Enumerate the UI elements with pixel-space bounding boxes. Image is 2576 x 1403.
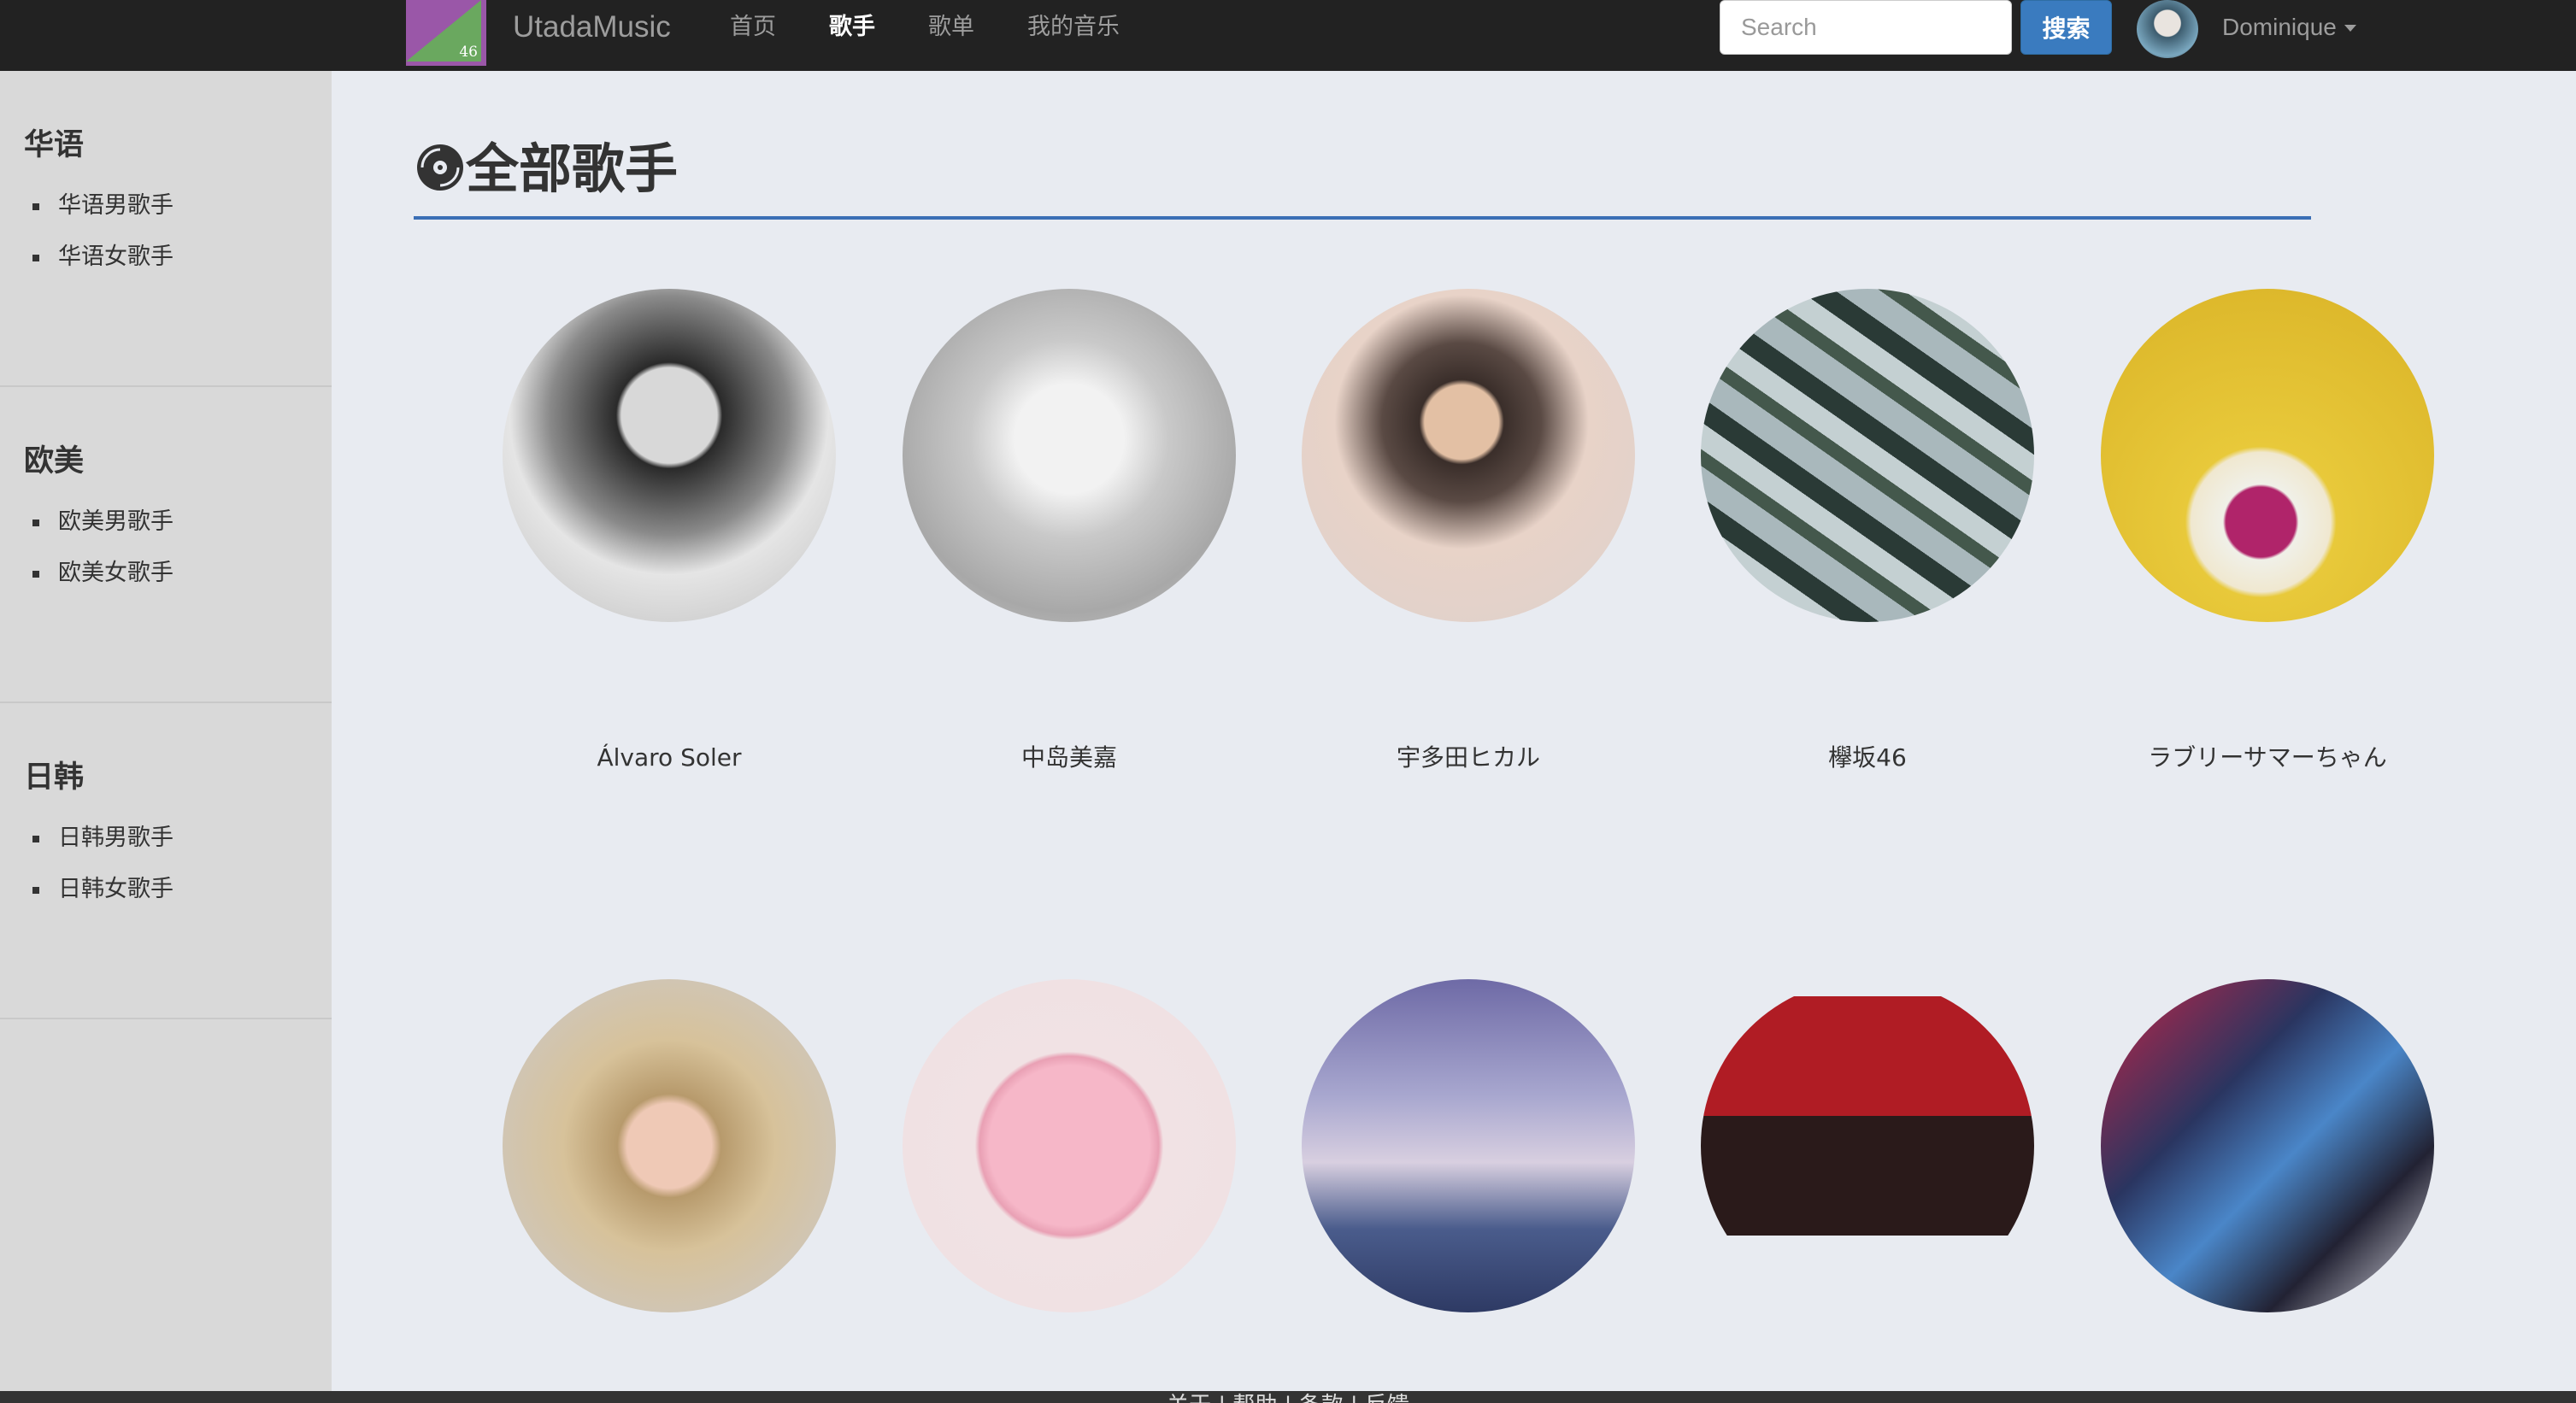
- nav-item-artists[interactable]: 歌手: [829, 12, 875, 43]
- artist-card[interactable]: [503, 979, 836, 1312]
- artist-card[interactable]: [1701, 289, 2034, 622]
- search-input[interactable]: [1720, 0, 2012, 55]
- logo-number: 46: [459, 44, 478, 61]
- sidebar-heading: 欧美: [24, 444, 85, 478]
- footer-links[interactable]: 关于 | 帮助 | 条款 | 反馈: [0, 1391, 2576, 1403]
- sidebar-item-label: 华语女歌手: [58, 244, 173, 270]
- bullet-icon: [32, 886, 39, 894]
- sidebar-item-jp-kr-female[interactable]: 日韩女歌手: [32, 874, 173, 905]
- sidebar-item-label: 华语男歌手: [58, 192, 173, 219]
- artist-name[interactable]: 中岛美嘉: [868, 743, 1270, 773]
- nav-item-my-music[interactable]: 我的音乐: [1027, 12, 1120, 43]
- artist-name[interactable]: Álvaro Soler: [468, 743, 870, 773]
- artist-photo[interactable]: [503, 289, 836, 622]
- page-title: 全部歌手: [466, 138, 679, 200]
- artist-name[interactable]: ラブリーサマーちゃん: [2067, 743, 2468, 773]
- sidebar-item-jp-kr-male[interactable]: 日韩男歌手: [32, 823, 173, 854]
- caret-down-icon[interactable]: [2344, 25, 2356, 32]
- title-divider: [414, 216, 2311, 220]
- artist-name[interactable]: 宇多田ヒカル: [1267, 743, 1669, 773]
- artist-card[interactable]: [903, 979, 1236, 1312]
- artist-card[interactable]: [2101, 979, 2434, 1312]
- artist-name[interactable]: 欅坂46: [1667, 743, 2068, 773]
- sidebar-item-label: 日韩男歌手: [58, 825, 173, 851]
- artist-card[interactable]: [1302, 979, 1635, 1312]
- sidebar: 华语 华语男歌手 华语女歌手 欧美 欧美男歌手 欧美女歌手 日韩 日韩男歌手 日…: [0, 71, 332, 1391]
- avatar[interactable]: [2137, 0, 2198, 58]
- bullet-icon: [32, 570, 39, 578]
- artist-card[interactable]: [2101, 289, 2434, 622]
- sidebar-section-chinese: 华语 华语男歌手 华语女歌手: [0, 71, 332, 387]
- artist-photo[interactable]: [1302, 289, 1635, 622]
- disc-icon: [417, 144, 463, 191]
- bullet-icon: [32, 203, 39, 210]
- brand-link[interactable]: UtadaMusic: [513, 9, 671, 46]
- artist-card[interactable]: [1701, 979, 2034, 1312]
- artist-card[interactable]: [903, 289, 1236, 622]
- sidebar-section-jp-kr: 日韩 日韩男歌手 日韩女歌手: [0, 703, 332, 1019]
- search-button[interactable]: 搜索: [2020, 0, 2112, 55]
- sidebar-item-western-male[interactable]: 欧美男歌手: [32, 507, 173, 537]
- nav-item-home[interactable]: 首页: [730, 12, 776, 43]
- sidebar-item-chinese-female[interactable]: 华语女歌手: [32, 242, 173, 273]
- sidebar-item-label: 欧美男歌手: [58, 508, 173, 535]
- artist-photo[interactable]: [503, 979, 836, 1312]
- logo-icon[interactable]: 46: [406, 0, 486, 66]
- sidebar-heading: 日韩: [24, 760, 85, 795]
- artist-photo[interactable]: [903, 979, 1236, 1312]
- sidebar-item-western-female[interactable]: 欧美女歌手: [32, 558, 173, 589]
- artist-photo[interactable]: [1701, 289, 2034, 622]
- footer: 关于 | 帮助 | 条款 | 反馈: [0, 1391, 2576, 1403]
- artist-photo[interactable]: [1302, 979, 1635, 1312]
- sidebar-item-chinese-male[interactable]: 华语男歌手: [32, 191, 173, 221]
- sidebar-section-western: 欧美 欧美男歌手 欧美女歌手: [0, 387, 332, 703]
- bullet-icon: [32, 835, 39, 842]
- artist-photo[interactable]: [1701, 979, 2034, 1312]
- bullet-icon: [32, 254, 39, 261]
- sidebar-item-label: 欧美女歌手: [58, 560, 173, 586]
- top-navbar: 46 UtadaMusic 首页 歌手 歌单 我的音乐 搜索 Dominique: [0, 0, 2576, 71]
- artist-photo[interactable]: [2101, 289, 2434, 622]
- sidebar-heading: 华语: [24, 128, 85, 162]
- artist-photo[interactable]: [903, 289, 1236, 622]
- artist-photo[interactable]: [2101, 979, 2434, 1312]
- sidebar-item-label: 日韩女歌手: [58, 876, 173, 902]
- bullet-icon: [32, 519, 39, 526]
- artist-card[interactable]: [503, 289, 836, 622]
- user-menu-toggle[interactable]: Dominique: [2222, 12, 2337, 43]
- nav-item-playlists[interactable]: 歌单: [928, 12, 974, 43]
- artist-card[interactable]: [1302, 289, 1635, 622]
